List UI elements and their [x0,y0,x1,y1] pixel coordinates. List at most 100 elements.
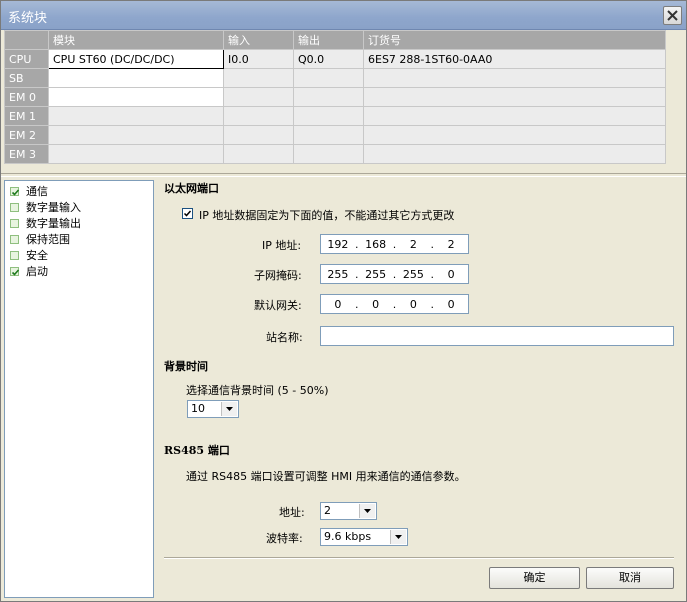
fixed-ip-checkbox[interactable] [182,208,193,219]
window-title: 系统块 [8,11,48,26]
tree-item-label: 安全 [26,249,48,262]
tree-item-label: 通信 [26,185,48,198]
chevron-down-icon [395,535,402,539]
fixed-ip-label: IP 地址数据固定为下面的值，不能通过其它方式更改 [199,209,455,222]
dropdown-arrow[interactable] [390,530,406,544]
rs485-address-label: 地址: [279,506,305,519]
gateway-octet: 0 [334,297,342,311]
module-cell[interactable] [48,125,224,145]
table-header-row: 模块 输入 输出 订货号 [4,30,666,50]
header-order-number: 订货号 [363,30,666,50]
tree-item-startup[interactable]: 启动 [5,264,153,280]
table-row-cpu[interactable]: CPU CPU ST60 (DC/DC/DC) I0.0 Q0.0 6ES7 2… [4,49,666,69]
order-number-cell[interactable] [363,106,666,126]
tree-item-security[interactable]: 安全 [5,248,153,264]
row-label: EM 1 [4,106,49,126]
rs485-desc: 通过 RS485 端口设置可调整 HMI 用来通信的通信参数。 [186,470,466,483]
input-cell[interactable] [223,125,294,145]
station-name-input[interactable] [320,326,674,346]
baud-rate-label: 波特率: [266,532,303,545]
header-input: 输入 [223,30,294,50]
ip-octet: 168 [365,237,387,251]
order-number-cell[interactable]: 6ES7 288-1ST60-0AA0 [363,49,666,69]
close-button[interactable] [663,6,682,25]
module-table: 模块 输入 输出 订货号 CPU CPU ST60 (DC/DC/DC) I0.… [4,30,666,164]
tree-item-digital-input[interactable]: 数字量输入 [5,200,153,216]
table-row-em2[interactable]: EM 2 [4,125,666,145]
baud-rate-value: 9.6 kbps [324,530,372,543]
subnet-mask-label: 子网掩码: [254,269,302,282]
station-name-label: 站名称: [266,331,303,344]
title-bar[interactable]: 系统块 [1,1,686,30]
subnet-octet: 255 [402,267,424,281]
unchecked-icon [10,235,19,244]
input-cell[interactable]: I0.0 [223,49,294,69]
subnet-mask-input[interactable]: 255. 255. 255. 0 [320,264,469,284]
subnet-octet: 255 [327,267,349,281]
system-block-dialog: 系统块 模块 输入 输出 订货号 CPU CPU ST60 (DC/DC/DC)… [0,0,687,602]
tree-item-label: 启动 [26,265,48,278]
tree-item-retentive-range[interactable]: 保持范围 [5,232,153,248]
gateway-octet: 0 [447,297,455,311]
chevron-down-icon [364,509,371,513]
communication-panel: 以太网端口 IP 地址数据固定为下面的值，不能通过其它方式更改 IP 地址: 1… [154,175,686,601]
dropdown-arrow[interactable] [221,402,237,416]
header-corner [4,30,49,50]
rs485-address-select[interactable]: 2 [320,502,377,520]
module-cell[interactable] [48,68,224,88]
checked-icon [10,267,20,276]
ip-octet: 192 [327,237,349,251]
background-time-select[interactable]: 10 [187,400,239,418]
tree-item-communication[interactable]: 通信 [5,184,153,200]
input-cell[interactable] [223,106,294,126]
unchecked-icon [10,251,19,260]
tree-item-label: 数字量输入 [26,201,81,214]
row-label: CPU [4,49,49,69]
module-cell[interactable] [48,106,224,126]
output-cell[interactable] [293,144,364,164]
baud-rate-select[interactable]: 9.6 kbps [320,528,408,546]
order-number-cell[interactable] [363,144,666,164]
order-number-cell[interactable] [363,125,666,145]
row-label: EM 0 [4,87,49,107]
cancel-button[interactable]: 取消 [586,567,674,589]
gateway-input[interactable]: 0. 0. 0. 0 [320,294,469,314]
close-icon [667,10,678,21]
output-cell[interactable]: Q0.0 [293,49,364,69]
output-cell[interactable] [293,125,364,145]
table-row-sb[interactable]: SB [4,68,666,88]
tree-item-label: 保持范围 [26,233,70,246]
order-number-cell[interactable] [363,68,666,88]
table-row-em0[interactable]: EM 0 [4,87,666,107]
ip-octet: 2 [409,237,417,251]
tree-item-digital-output[interactable]: 数字量输出 [5,216,153,232]
row-label: EM 2 [4,125,49,145]
footer-separator [164,557,674,559]
rs485-address-value: 2 [324,504,331,517]
ip-address-input[interactable]: 192. 168. 2. 2 [320,234,469,254]
gateway-octet: 0 [372,297,380,311]
settings-tree: 通信 数字量输入 数字量输出 保持范围 安全 启动 [4,180,154,598]
output-cell[interactable] [293,68,364,88]
output-cell[interactable] [293,87,364,107]
output-cell[interactable] [293,106,364,126]
order-number-cell[interactable] [363,87,666,107]
gateway-label: 默认网关: [254,299,302,312]
input-cell[interactable] [223,87,294,107]
module-cell[interactable] [48,144,224,164]
dropdown-arrow[interactable] [359,504,375,518]
table-row-em3[interactable]: EM 3 [4,144,666,164]
module-cell[interactable] [48,87,224,107]
row-label: EM 3 [4,144,49,164]
input-cell[interactable] [223,68,294,88]
row-label: SB [4,68,49,88]
ok-button[interactable]: 确定 [489,567,580,589]
module-cell[interactable]: CPU ST60 (DC/DC/DC) [48,49,224,69]
table-row-em1[interactable]: EM 1 [4,106,666,126]
checkmark-icon [183,210,192,217]
input-cell[interactable] [223,144,294,164]
subnet-octet: 0 [447,267,455,281]
ip-octet: 2 [447,237,455,251]
unchecked-icon [10,219,19,228]
subnet-octet: 255 [365,267,387,281]
